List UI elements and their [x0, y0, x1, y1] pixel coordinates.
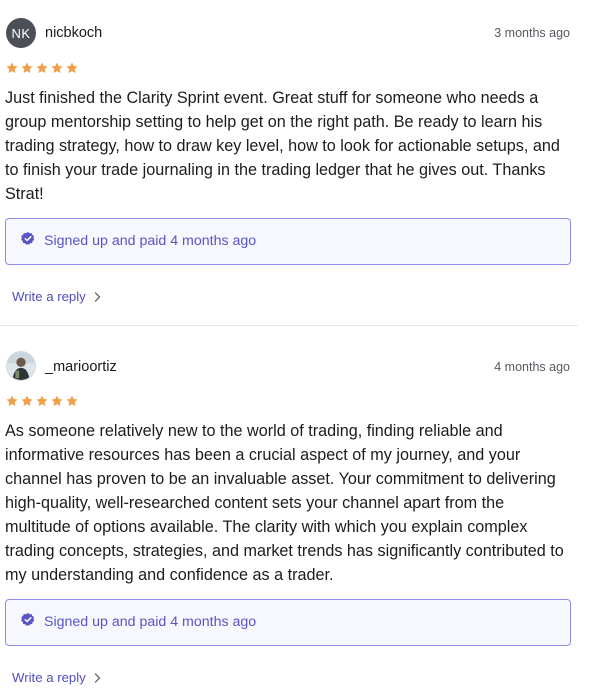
review-text: Just finished the Clarity Sprint event. … — [5, 89, 560, 203]
review-card: _marioortiz 4 months ago As someone rela… — [0, 326, 578, 695]
star-icon — [51, 62, 63, 74]
purchase-badge: Signed up and paid 4 months ago — [5, 599, 571, 646]
star-icon — [21, 395, 33, 407]
star-icon — [36, 395, 48, 407]
star-icon — [21, 62, 33, 74]
chevron-right-icon — [94, 291, 100, 302]
verified-check-icon — [21, 232, 35, 245]
verified-check-icon — [21, 613, 35, 626]
badge-text: Signed up and paid 4 months ago — [44, 614, 257, 630]
timestamp: 3 months ago — [494, 26, 570, 40]
star-icon — [51, 395, 63, 407]
star-rating — [5, 394, 79, 408]
star-icon — [6, 62, 18, 74]
review-card: NK nicbkoch 3 months ago Just finished t… — [0, 0, 578, 326]
star-icon — [66, 395, 78, 407]
write-reply-link[interactable]: Write a reply — [12, 670, 101, 685]
review-text: As someone relatively new to the world o… — [5, 422, 564, 584]
timestamp: 4 months ago — [494, 360, 570, 374]
user-photo-avatar — [7, 352, 35, 380]
badge-text: Signed up and paid 4 months ago — [44, 233, 257, 249]
star-icon — [36, 62, 48, 74]
chevron-right-icon — [94, 672, 100, 683]
star-icon — [66, 62, 78, 74]
purchase-badge: Signed up and paid 4 months ago — [5, 218, 571, 265]
avatar-initials: NK — [11, 25, 31, 41]
star-rating — [5, 61, 79, 75]
avatar[interactable] — [6, 351, 36, 381]
reply-label[interactable]: Write a reply — [12, 670, 86, 685]
username[interactable]: _marioortiz — [45, 359, 117, 375]
avatar[interactable]: NK — [6, 18, 36, 48]
star-icon — [6, 395, 18, 407]
reply-label[interactable]: Write a reply — [12, 289, 86, 304]
write-reply-link[interactable]: Write a reply — [12, 289, 101, 304]
username[interactable]: nicbkoch — [45, 25, 102, 41]
